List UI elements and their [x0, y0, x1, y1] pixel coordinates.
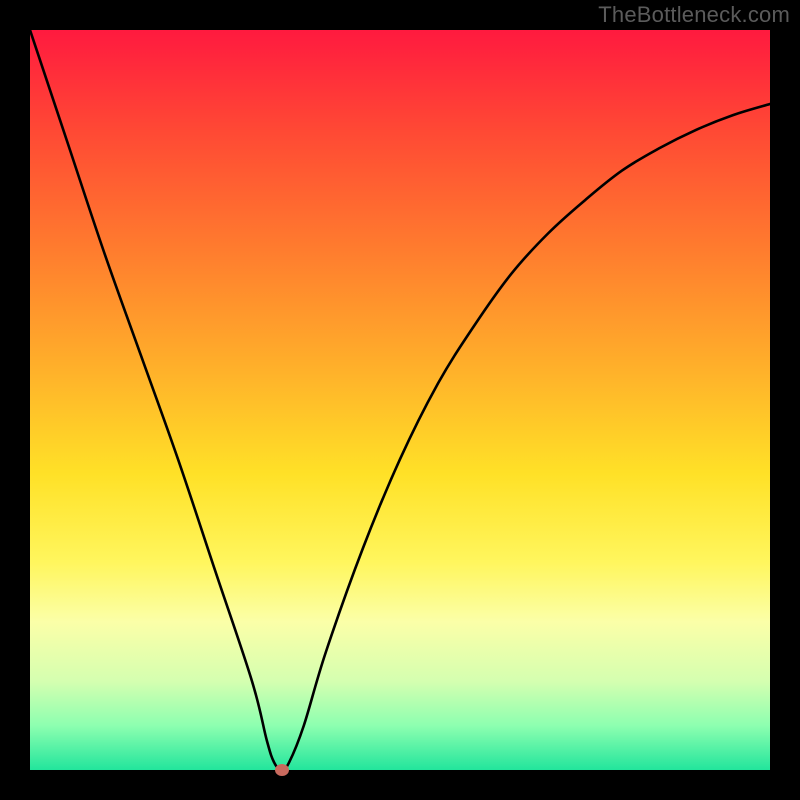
plot-area — [30, 30, 770, 770]
curve-layer — [30, 30, 770, 770]
chart-frame: TheBottleneck.com — [0, 0, 800, 800]
bottleneck-curve — [30, 30, 770, 770]
watermark-text: TheBottleneck.com — [598, 2, 790, 28]
optimal-point-marker — [275, 764, 289, 776]
